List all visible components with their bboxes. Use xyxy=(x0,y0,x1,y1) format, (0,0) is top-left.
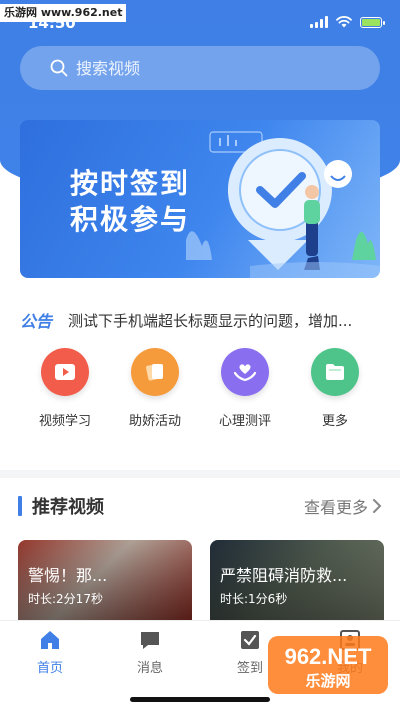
banner-line-2: 积极参与 xyxy=(70,203,191,236)
menu-activities[interactable]: 助娇活动 xyxy=(110,348,200,438)
nav-label: 首页 xyxy=(36,661,63,676)
banner-line-1: 按时签到 xyxy=(70,167,191,200)
announcement-label: 公告 xyxy=(20,312,53,331)
search-bar[interactable] xyxy=(20,46,380,90)
menu-label: 视频学习 xyxy=(38,414,91,429)
wifi-icon xyxy=(336,16,352,28)
announcement-text[interactable]: 测试下手机端超长标题显示的问题，增加... xyxy=(68,310,368,331)
battery-icon xyxy=(360,16,385,28)
quick-menu: 视频学习 助娇活动 心理测评 更多 xyxy=(20,348,380,438)
watermark-logo: 962.NET 乐游网 xyxy=(268,636,388,694)
folder-icon xyxy=(311,348,359,396)
checkin-banner[interactable]: 按时签到 积极参与 xyxy=(20,120,380,278)
recommend-header: 推荐视频 查看更多 xyxy=(18,492,382,520)
watermark-sub: 乐游网 xyxy=(305,672,350,690)
video-list: 警惕！那... 时长:2分17秒 严禁阻碍消防救... 时长:1分6秒 xyxy=(18,540,384,622)
search-icon xyxy=(50,59,68,77)
video-title: 严禁阻碍消防救... xyxy=(220,566,348,585)
search-input[interactable] xyxy=(76,58,336,78)
status-icons xyxy=(310,16,385,28)
site-watermark: 962.NET 乐游网 xyxy=(264,632,392,698)
nav-label: 签到 xyxy=(236,661,263,676)
message-icon xyxy=(141,632,159,649)
video-duration: 时长:2分17秒 xyxy=(28,592,103,606)
video-duration: 时长:1分6秒 xyxy=(220,592,288,606)
section-divider xyxy=(0,470,400,478)
menu-label: 心理测评 xyxy=(218,414,271,429)
watermark-brand: 962.NET xyxy=(285,644,372,669)
home-icon xyxy=(41,631,59,649)
menu-psych-test[interactable]: 心理测评 xyxy=(200,348,290,438)
nav-home[interactable]: 首页 xyxy=(0,621,100,710)
video-title: 警惕！那... xyxy=(28,566,108,585)
play-icon xyxy=(41,348,89,396)
recommend-title: 推荐视频 xyxy=(18,493,104,519)
video-card[interactable]: 警惕！那... 时长:2分17秒 xyxy=(18,540,192,622)
status-time: 14:50 xyxy=(28,14,76,32)
heart-hands-icon xyxy=(221,348,269,396)
view-more-link[interactable]: 查看更多 xyxy=(304,494,382,518)
menu-more[interactable]: 更多 xyxy=(290,348,380,438)
nav-label: 消息 xyxy=(136,661,163,676)
banner-illustration xyxy=(186,131,380,278)
menu-video-study[interactable]: 视频学习 xyxy=(20,348,110,438)
view-more-label: 查看更多 xyxy=(303,498,368,517)
checkin-icon xyxy=(241,631,259,649)
announcement-bar[interactable]: 公告 测试下手机端超长标题显示的问题，增加... xyxy=(20,308,380,332)
home-indicator xyxy=(130,697,270,702)
chevron-right-icon xyxy=(373,499,382,513)
video-card[interactable]: 严禁阻碍消防救... 时长:1分6秒 xyxy=(210,540,384,622)
cards-icon xyxy=(131,348,179,396)
banner-text: 按时签到 积极参与 xyxy=(70,166,190,238)
menu-label: 更多 xyxy=(321,414,348,429)
status-bar: 乐游网 www.962.net 14:50 xyxy=(0,0,400,36)
menu-label: 助娇活动 xyxy=(128,414,181,429)
signal-icon xyxy=(310,16,328,28)
